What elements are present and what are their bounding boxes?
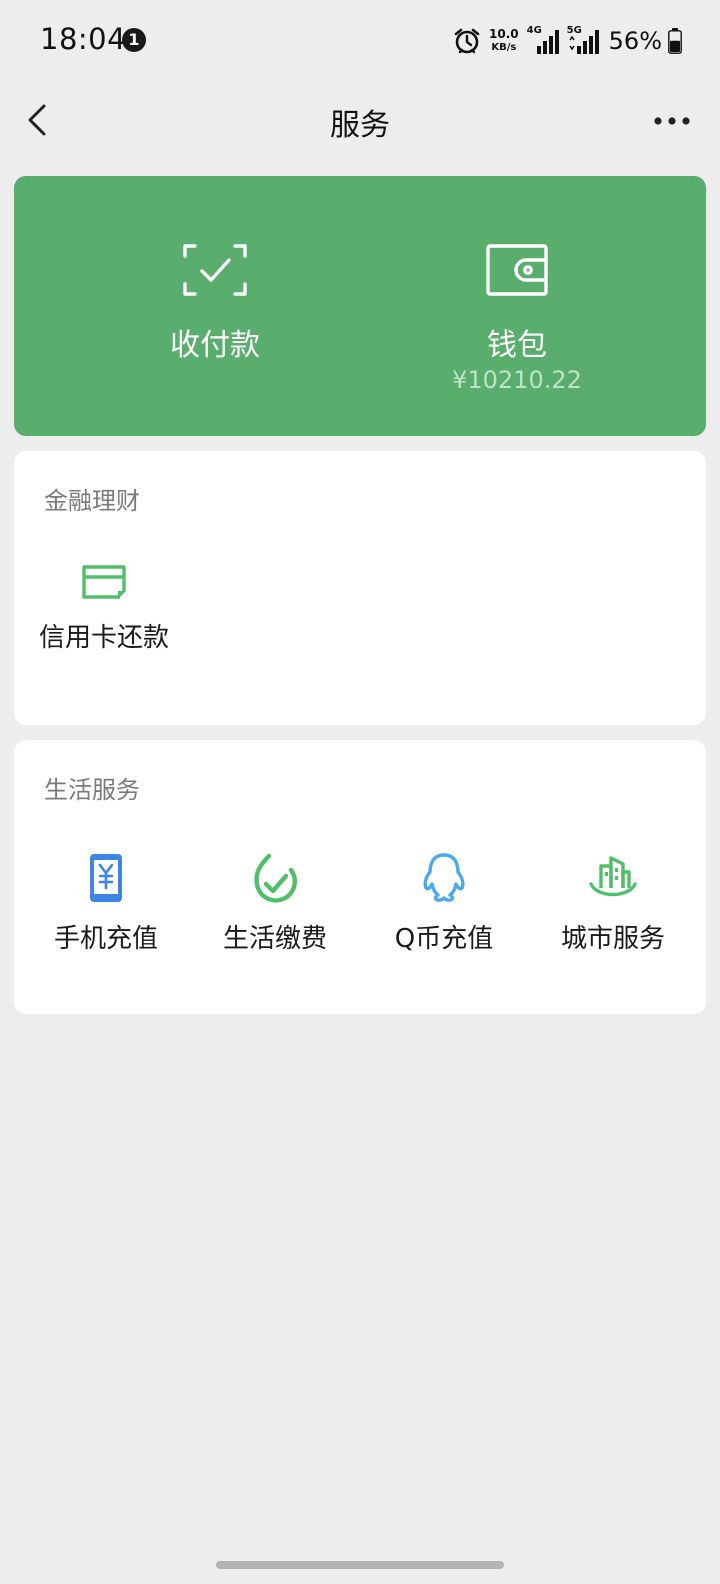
life-services-section-title: 生活服务 [44,776,140,804]
credit-card-icon [82,565,126,599]
signal-4g: 4G [527,26,561,56]
utility-payment-icon [254,853,297,903]
network-speed-unit: KB/s [491,42,517,53]
more-dots-icon[interactable] [652,106,692,136]
signal-5g: 5G [567,26,601,56]
city-service-button[interactable]: 城市服务 [529,852,697,955]
battery-icon [668,28,682,54]
phone-recharge-label: 手机充值 [53,924,158,954]
q-coin-recharge-label: Q币充值 [394,924,494,954]
alarm-icon [454,28,480,54]
finance-section: 金融理财 信用卡还款 [14,451,706,725]
status-indicators: 10.0 KB/s 4G 5G 56% [453,24,682,58]
finance-section-title: 金融理财 [44,487,140,515]
phone-recharge-button[interactable]: 手机充值 [22,852,190,955]
network-speed: 10.0 KB/s [489,28,519,54]
battery-percent: 56% [608,27,662,55]
life-services-section: 生活服务 手机充值 生活缴费 Q币充值 城市服务 [14,740,706,1014]
collect-pay-button[interactable]: 收付款 [42,176,388,436]
wallet-icon [486,244,548,296]
city-service-label: 城市服务 [560,924,665,954]
phone-recharge-icon [90,854,122,902]
scan-check-icon [183,244,247,296]
navigation-bar: 服务 [0,80,720,160]
q-coin-recharge-button[interactable]: Q币充值 [360,852,528,955]
home-indicator[interactable] [216,1561,504,1569]
notification-badge: 1 [122,28,146,52]
credit-card-repay-button[interactable]: 信用卡还款 [20,563,188,654]
collect-pay-label: 收付款 [170,328,260,363]
utility-payment-label: 生活缴费 [222,924,327,954]
wallet-balance: ¥10210.22 [452,366,582,394]
utility-payment-button[interactable]: 生活缴费 [191,852,359,955]
city-service-icon [589,856,637,897]
wallet-button[interactable]: 钱包 ¥10210.22 [344,176,690,436]
services-screen: 18:04 1 10.0 KB/s 4G 5G 56% 服务 收付款 钱包 ¥1… [0,0,720,1584]
payment-card: 收付款 钱包 ¥10210.22 [14,176,706,436]
status-bar: 18:04 1 10.0 KB/s 4G 5G 56% [0,0,720,80]
network-speed-value: 10.0 [489,27,519,41]
signal-bars-icon [569,30,599,54]
wallet-label: 钱包 [487,328,547,363]
signal-bars-icon [536,30,559,54]
status-time: 18:04 [40,22,127,56]
credit-card-repay-label: 信用卡还款 [38,623,169,653]
page-title: 服务 [330,108,390,143]
qq-penguin-icon [423,853,465,902]
